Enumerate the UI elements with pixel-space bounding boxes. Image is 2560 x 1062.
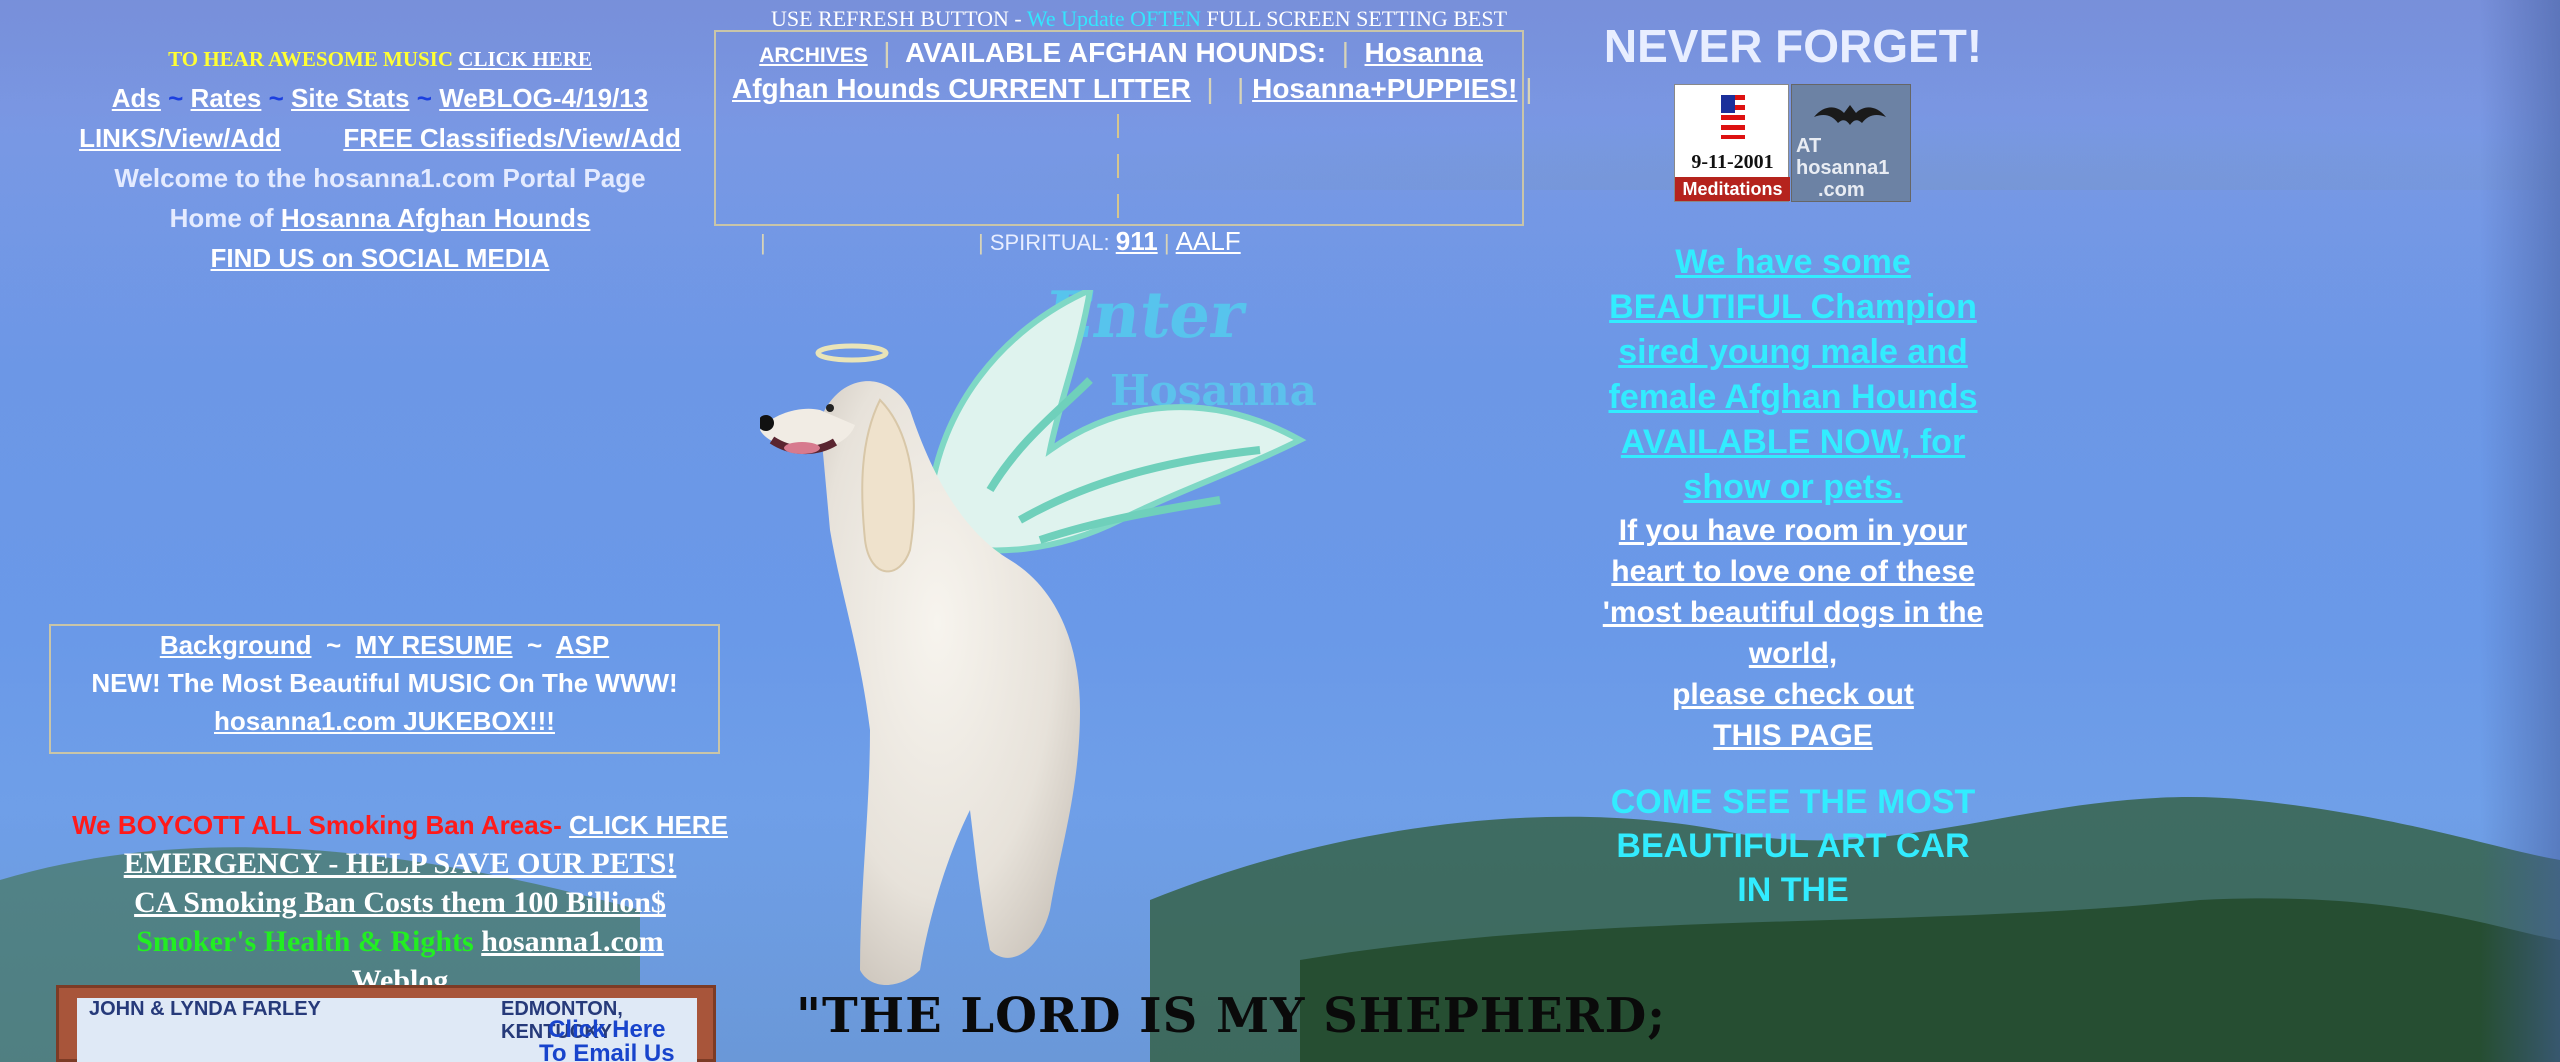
right-column: NEVER FORGET! 9-11-2001 Meditations AT h… bbox=[1598, 18, 1988, 912]
left-nav: TO HEAR AWESOME MUSIC CLICK HERE Ads ~ R… bbox=[30, 40, 730, 278]
banner-email-us: To Email Us bbox=[539, 1040, 675, 1062]
emergency-save-pets-link[interactable]: EMERGENCY - HELP SAVE OUR PETS! bbox=[124, 847, 677, 880]
gold-divider bbox=[1117, 154, 1119, 178]
this-page-link[interactable]: THIS PAGE bbox=[1598, 715, 1988, 756]
pipe-separator: | bbox=[1525, 73, 1533, 104]
art-car-text: COME SEE THE MOST BEAUTIFUL ART CAR IN T… bbox=[1610, 783, 1976, 909]
pipe-separator: | bbox=[1237, 73, 1245, 104]
links-view-add-link[interactable]: LINKS/View/Add bbox=[79, 123, 281, 153]
social-row: FIND US on SOCIAL MEDIA bbox=[30, 238, 730, 278]
please-check-out-link[interactable]: please check out bbox=[1598, 674, 1988, 715]
hosanna-puppies-link[interactable]: Hosanna+PUPPIES! bbox=[1252, 73, 1517, 104]
never-forget-heading: NEVER FORGET! bbox=[1603, 20, 1983, 72]
resume-music-box: Background ~ MY RESUME ~ ASP NEW! The Mo… bbox=[49, 624, 720, 754]
music-label: TO HEAR AWESOME MUSIC bbox=[168, 47, 459, 71]
nav-row-2: LINKS/View/Add FREE Classifieds/View/Add bbox=[30, 118, 730, 158]
banner-names: JOHN & LYNDA FARLEY bbox=[89, 998, 321, 1020]
center-nav-row-1: ARCHIVES | AVAILABLE AFGHAN HOUNDS: | Ho… bbox=[716, 36, 1526, 73]
social-media-link[interactable]: FIND US on SOCIAL MEDIA bbox=[211, 243, 550, 273]
tilde-separator: ~ bbox=[416, 83, 432, 113]
flag-stars-icon bbox=[1721, 95, 1735, 113]
room-in-your-heart-link[interactable]: If you have room in your heart to love o… bbox=[1598, 510, 1988, 674]
hosanna-afghan-hounds-link[interactable]: Hosanna Afghan Hounds bbox=[281, 203, 591, 233]
hosanna-link[interactable]: Hosanna bbox=[1365, 37, 1483, 68]
rates-link[interactable]: Rates bbox=[191, 83, 262, 113]
pipe-separator: | bbox=[760, 230, 766, 255]
psalm-heading: "THE LORD IS MY SHEPHERD; bbox=[796, 988, 1666, 1044]
my-resume-link[interactable]: MY RESUME bbox=[356, 630, 513, 660]
tilde-separator: ~ bbox=[168, 83, 184, 113]
weblog-link[interactable]: WeBLOG-4/19/13 bbox=[439, 83, 648, 113]
pipe-separator: | bbox=[1341, 37, 1349, 68]
boycott-click-here-link[interactable]: CLICK HERE bbox=[569, 810, 728, 840]
image-at-label: AT bbox=[1796, 135, 1822, 157]
image-com-label: .com bbox=[1818, 179, 1865, 201]
image-meditations-text: Meditations bbox=[1675, 177, 1790, 201]
music-promo-text: NEW! The Most Beautiful MUSIC On The WWW… bbox=[91, 668, 678, 698]
tilde-separator: ~ bbox=[325, 630, 342, 660]
spiritual-label: SPIRITUAL: bbox=[989, 230, 1116, 255]
center-nav-row-2: Afghan Hounds CURRENT LITTER | | Hosanna… bbox=[732, 72, 1532, 106]
pipe-separator: | bbox=[1206, 73, 1214, 104]
gold-divider bbox=[1117, 194, 1119, 218]
hosanna1-link[interactable]: hosanna1.com bbox=[481, 925, 664, 958]
asp-link[interactable]: ASP bbox=[556, 630, 609, 660]
image-date-text: 9-11-2001 bbox=[1691, 151, 1774, 173]
pipe-separator: | bbox=[883, 37, 891, 68]
bat-at-hosanna1-image[interactable]: AT hosanna1 .com bbox=[1791, 84, 1911, 202]
email-us-banner[interactable]: JOHN & LYNDA FARLEY EDMONTON, KENTUCKY C… bbox=[56, 985, 716, 1062]
smokers-health-text: Smoker's Health & Rights bbox=[136, 925, 474, 958]
banner-click-here: Click Here bbox=[548, 1016, 666, 1043]
never-forget-images: 9-11-2001 Meditations AT hosanna1 .com bbox=[1598, 84, 1988, 204]
gold-divider bbox=[1117, 114, 1119, 138]
center-nav-box: ARCHIVES | AVAILABLE AFGHAN HOUNDS: | Ho… bbox=[714, 30, 1532, 226]
jukebox-link[interactable]: hosanna1.com JUKEBOX!!! bbox=[214, 706, 555, 736]
meditations-911-image[interactable]: 9-11-2001 Meditations bbox=[1674, 84, 1790, 202]
link-911[interactable]: 911 bbox=[1116, 226, 1158, 256]
spiritual-row: | | SPIRITUAL: 911 | AALF bbox=[760, 226, 1670, 257]
available-afghan-hounds-label: AVAILABLE AFGHAN HOUNDS: bbox=[905, 37, 1327, 68]
music-row: TO HEAR AWESOME MUSIC CLICK HERE bbox=[30, 40, 730, 78]
music-click-here-link[interactable]: CLICK HERE bbox=[458, 47, 592, 71]
nav-row-1: Ads ~ Rates ~ Site Stats ~ WeBLOG-4/19/1… bbox=[30, 78, 730, 118]
image-site-label: hosanna1 bbox=[1796, 157, 1890, 179]
boycott-text: We BOYCOTT ALL Smoking Ban Areas- bbox=[72, 810, 570, 840]
pipe-separator: | bbox=[977, 230, 984, 255]
tilde-separator: ~ bbox=[268, 83, 284, 113]
boycott-block: We BOYCOTT ALL Smoking Ban Areas- CLICK … bbox=[30, 806, 770, 1000]
right-edge-shade bbox=[2480, 0, 2560, 1062]
home-of-label: Home of bbox=[169, 203, 281, 233]
available-puppies-link[interactable]: We have some BEAUTIFUL Champion sired yo… bbox=[1598, 240, 1988, 510]
free-classifieds-link[interactable]: FREE Classifieds/View/Add bbox=[343, 123, 681, 153]
welcome-text: Welcome to the hosanna1.com Portal Page bbox=[114, 163, 646, 193]
health-row: Smoker's Health & Rights hosanna1.com bbox=[30, 922, 770, 961]
image-at-text: AT hosanna1 .com bbox=[1796, 135, 1889, 201]
refresh-note-text: USE REFRESH BUTTON - bbox=[770, 6, 1027, 31]
aalf-link[interactable]: AALF bbox=[1176, 226, 1241, 256]
angel-afghan-hound-image[interactable] bbox=[760, 290, 1360, 990]
update-often-text: We Update OFTEN bbox=[1026, 6, 1202, 31]
banner-click-text: Click Here To Email Us bbox=[539, 1018, 675, 1062]
tilde-separator: ~ bbox=[527, 630, 543, 660]
home-of-row: Home of Hosanna Afghan Hounds bbox=[30, 198, 730, 238]
refresh-note: USE REFRESH BUTTON - We Update OFTEN FUL… bbox=[714, 6, 1564, 32]
current-litter-link[interactable]: Afghan Hounds CURRENT LITTER bbox=[732, 73, 1191, 104]
ads-link[interactable]: Ads bbox=[112, 83, 161, 113]
pipe-separator: | bbox=[1163, 230, 1170, 255]
site-stats-link[interactable]: Site Stats bbox=[291, 83, 410, 113]
bat-icon bbox=[1814, 105, 1886, 125]
archives-link[interactable]: ARCHIVES bbox=[759, 44, 868, 67]
fullscreen-note-text: FULL SCREEN SETTING BEST bbox=[1201, 6, 1508, 31]
resume-row: Background ~ MY RESUME ~ ASP bbox=[51, 626, 718, 664]
boycott-row: We BOYCOTT ALL Smoking Ban Areas- CLICK … bbox=[30, 806, 770, 844]
ca-smoking-ban-link[interactable]: CA Smoking Ban Costs them 100 Billion$ bbox=[134, 886, 666, 919]
background-link[interactable]: Background bbox=[160, 630, 312, 660]
